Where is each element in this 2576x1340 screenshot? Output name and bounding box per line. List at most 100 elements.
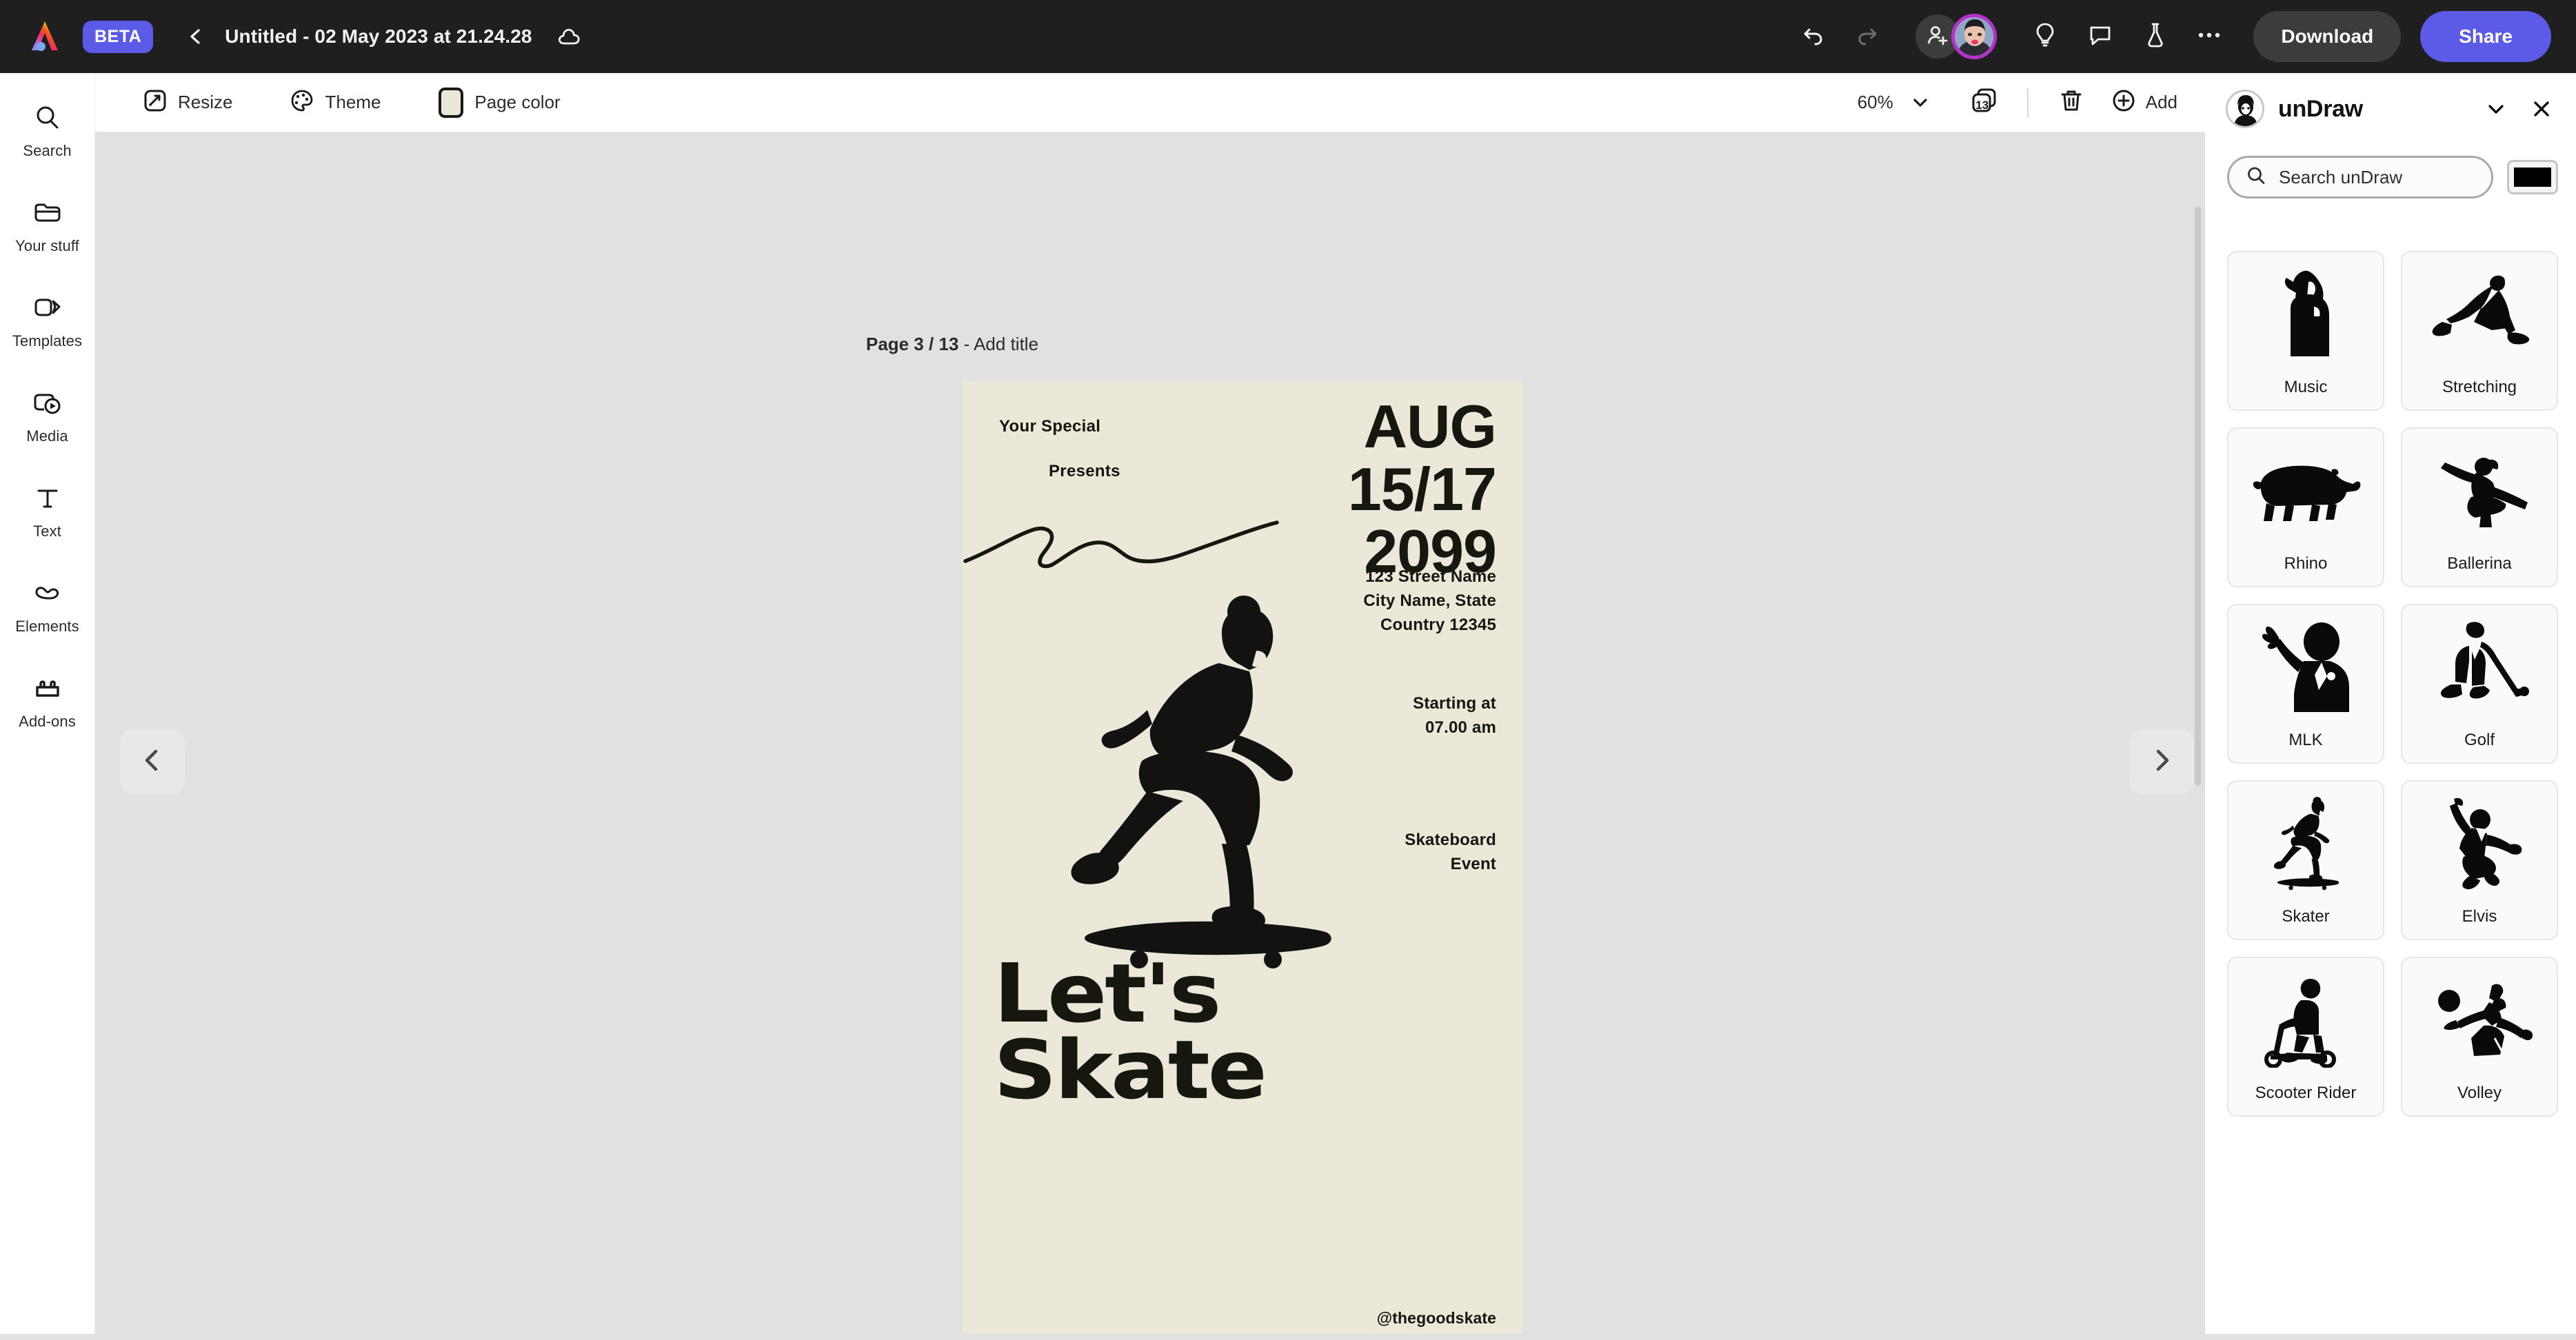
canvas-workspace[interactable]: Page 3 / 13 - Add title Your Special Pre… <box>95 132 2205 1334</box>
poster-starting-block[interactable]: Starting at 07.00 am <box>1413 692 1496 740</box>
comments-button[interactable] <box>2081 17 2120 56</box>
text-icon <box>29 480 66 517</box>
squiggle-line-icon[interactable] <box>963 516 1321 578</box>
poster-presents[interactable]: Presents <box>1049 462 1120 481</box>
pages-count: 13 <box>1975 98 1989 112</box>
document-title[interactable]: Untitled - 02 May 2023 at 21.24.28 <box>225 26 532 48</box>
flask-icon <box>2146 22 2165 52</box>
grid-item-label: Scooter Rider <box>2255 1084 2357 1102</box>
top-bar: BETA Untitled - 02 May 2023 at 21.24.28 <box>0 0 2576 73</box>
grid-item-skater[interactable]: Skater <box>2227 780 2384 940</box>
chevron-down-icon[interactable] <box>1909 91 1932 114</box>
back-button[interactable] <box>182 23 210 50</box>
chevron-right-icon <box>2148 747 2175 778</box>
palette-icon <box>290 89 314 116</box>
grid-item-ballerina[interactable]: Ballerina <box>2401 427 2558 587</box>
sidebar-item-label: Elements <box>15 618 79 635</box>
grid-item-music[interactable]: Music <box>2227 251 2384 411</box>
next-page-button[interactable] <box>2129 729 2194 794</box>
undraw-results-grid[interactable]: Music Stretching Rhino Ballerina MLK Gol… <box>2227 251 2558 1340</box>
page-color-label: Page color <box>474 92 561 112</box>
redo-button[interactable] <box>1849 17 1888 56</box>
poster-your-special[interactable]: Your Special <box>999 417 1100 436</box>
close-icon[interactable] <box>2526 94 2557 124</box>
sidebar-item-your-stuff[interactable]: Your stuff <box>0 189 95 261</box>
skater-silhouette-icon[interactable] <box>1059 587 1349 973</box>
pages-stack-button[interactable]: 13 <box>1965 83 2004 122</box>
panel-search-row: Search unDraw <box>2205 156 2576 199</box>
sidebar-item-text[interactable]: Text <box>0 474 95 546</box>
panel-header: unDraw <box>2205 73 2576 145</box>
ideas-button[interactable] <box>2026 17 2064 56</box>
resize-button[interactable]: Resize <box>134 83 242 121</box>
add-page-button[interactable]: Add <box>2111 88 2177 116</box>
scooter-rider-silhouette-icon <box>2228 968 2383 1071</box>
poster-address-block[interactable]: 123 Street Name City Name, State Country… <box>1363 565 1496 637</box>
poster-headline-line-1: Let's <box>994 946 1221 1041</box>
undo-button[interactable] <box>1793 17 1831 56</box>
poster-headline[interactable]: Let's Skate <box>994 946 1267 1110</box>
undraw-avatar-icon <box>2226 90 2264 128</box>
page-color-swatch-icon <box>439 87 464 118</box>
poster-date-line-1: AUG <box>1363 392 1497 460</box>
grid-item-stretching[interactable]: Stretching <box>2401 251 2558 411</box>
download-button[interactable]: Download <box>2253 11 2402 62</box>
poster-page[interactable]: Your Special Presents AUG 15/17 2099 123… <box>963 380 1522 1334</box>
resize-icon <box>143 89 167 116</box>
poster-event-block[interactable]: Skateboard Event <box>1405 829 1496 877</box>
search-input[interactable]: Search unDraw <box>2227 156 2493 199</box>
page-title-placeholder[interactable]: Add title <box>974 334 1038 354</box>
grid-item-mlk[interactable]: MLK <box>2227 604 2384 764</box>
sidebar-item-search[interactable]: Search <box>0 94 95 165</box>
grid-item-scooter-rider[interactable]: Scooter Rider <box>2227 957 2384 1117</box>
chevron-down-icon[interactable] <box>2481 94 2511 124</box>
user-avatar[interactable] <box>1951 14 1998 59</box>
panel-scrollbar[interactable] <box>2195 207 2201 786</box>
experiments-button[interactable] <box>2136 17 2175 56</box>
grid-item-elvis[interactable]: Elvis <box>2401 780 2558 940</box>
sidebar-item-media[interactable]: Media <box>0 379 95 451</box>
grid-item-label: Golf <box>2464 731 2495 749</box>
theme-label: Theme <box>325 92 381 112</box>
music-silhouette-icon <box>2228 262 2383 365</box>
zoom-level-value[interactable]: 60% <box>1858 92 1893 113</box>
grid-item-label: Ballerina <box>2447 554 2512 573</box>
grid-item-volley[interactable]: Volley <box>2401 957 2558 1117</box>
sidebar-item-add-ons[interactable]: Add-ons <box>0 664 95 736</box>
grid-item-golf[interactable]: Golf <box>2401 604 2558 764</box>
plus-circle-icon <box>2111 88 2136 116</box>
poster-footer-site: www.thegoodskate.site.com <box>1282 1330 1496 1334</box>
poster-footer-block[interactable]: @thegoodskate www.thegoodskate.site.com <box>1282 1306 1496 1334</box>
page-color-button[interactable]: Page color <box>429 82 570 123</box>
delete-page-button[interactable] <box>2052 83 2091 122</box>
grid-item-label: Skater <box>2282 907 2330 926</box>
more-options-button[interactable] <box>2190 17 2228 56</box>
grid-item-rhino[interactable]: Rhino <box>2227 427 2384 587</box>
grid-item-label: MLK <box>2288 731 2323 749</box>
theme-button[interactable]: Theme <box>281 83 390 121</box>
addons-icon <box>29 670 66 707</box>
share-button[interactable]: Share <box>2420 11 2551 62</box>
rhino-silhouette-icon <box>2228 438 2383 542</box>
comment-icon <box>2089 23 2112 50</box>
sidebar-item-templates[interactable]: Templates <box>0 284 95 356</box>
color-swatch-preview <box>2514 168 2551 187</box>
page-number: Page 3 / 13 <box>866 334 959 354</box>
media-icon <box>29 385 66 422</box>
previous-page-button[interactable] <box>120 729 185 794</box>
adobe-express-logo-icon[interactable] <box>26 18 63 55</box>
folder-icon <box>29 194 66 232</box>
top-bar-left-group: BETA Untitled - 02 May 2023 at 21.24.28 <box>0 18 585 55</box>
search-icon <box>29 99 66 136</box>
poster-date-line-2: 15/17 <box>1347 454 1497 523</box>
sidebar-item-elements[interactable]: Elements <box>0 569 95 641</box>
sidebar-item-label: Media <box>26 427 68 445</box>
document-toolbar: Resize Theme Page color 60% 13 Add <box>95 73 2205 132</box>
add-person-icon <box>1925 23 1950 51</box>
toolbar-right-group: 60% 13 Add <box>1858 83 2205 122</box>
left-sidebar: Search Your stuff Templates Media Text E… <box>0 73 95 1334</box>
poster-address-line-1: 123 Street Name <box>1365 567 1496 586</box>
poster-date-block[interactable]: AUG 15/17 2099 <box>1347 392 1497 583</box>
poster-event-line-1: Skateboard <box>1405 831 1496 849</box>
color-swatch-button[interactable] <box>2507 160 2558 194</box>
